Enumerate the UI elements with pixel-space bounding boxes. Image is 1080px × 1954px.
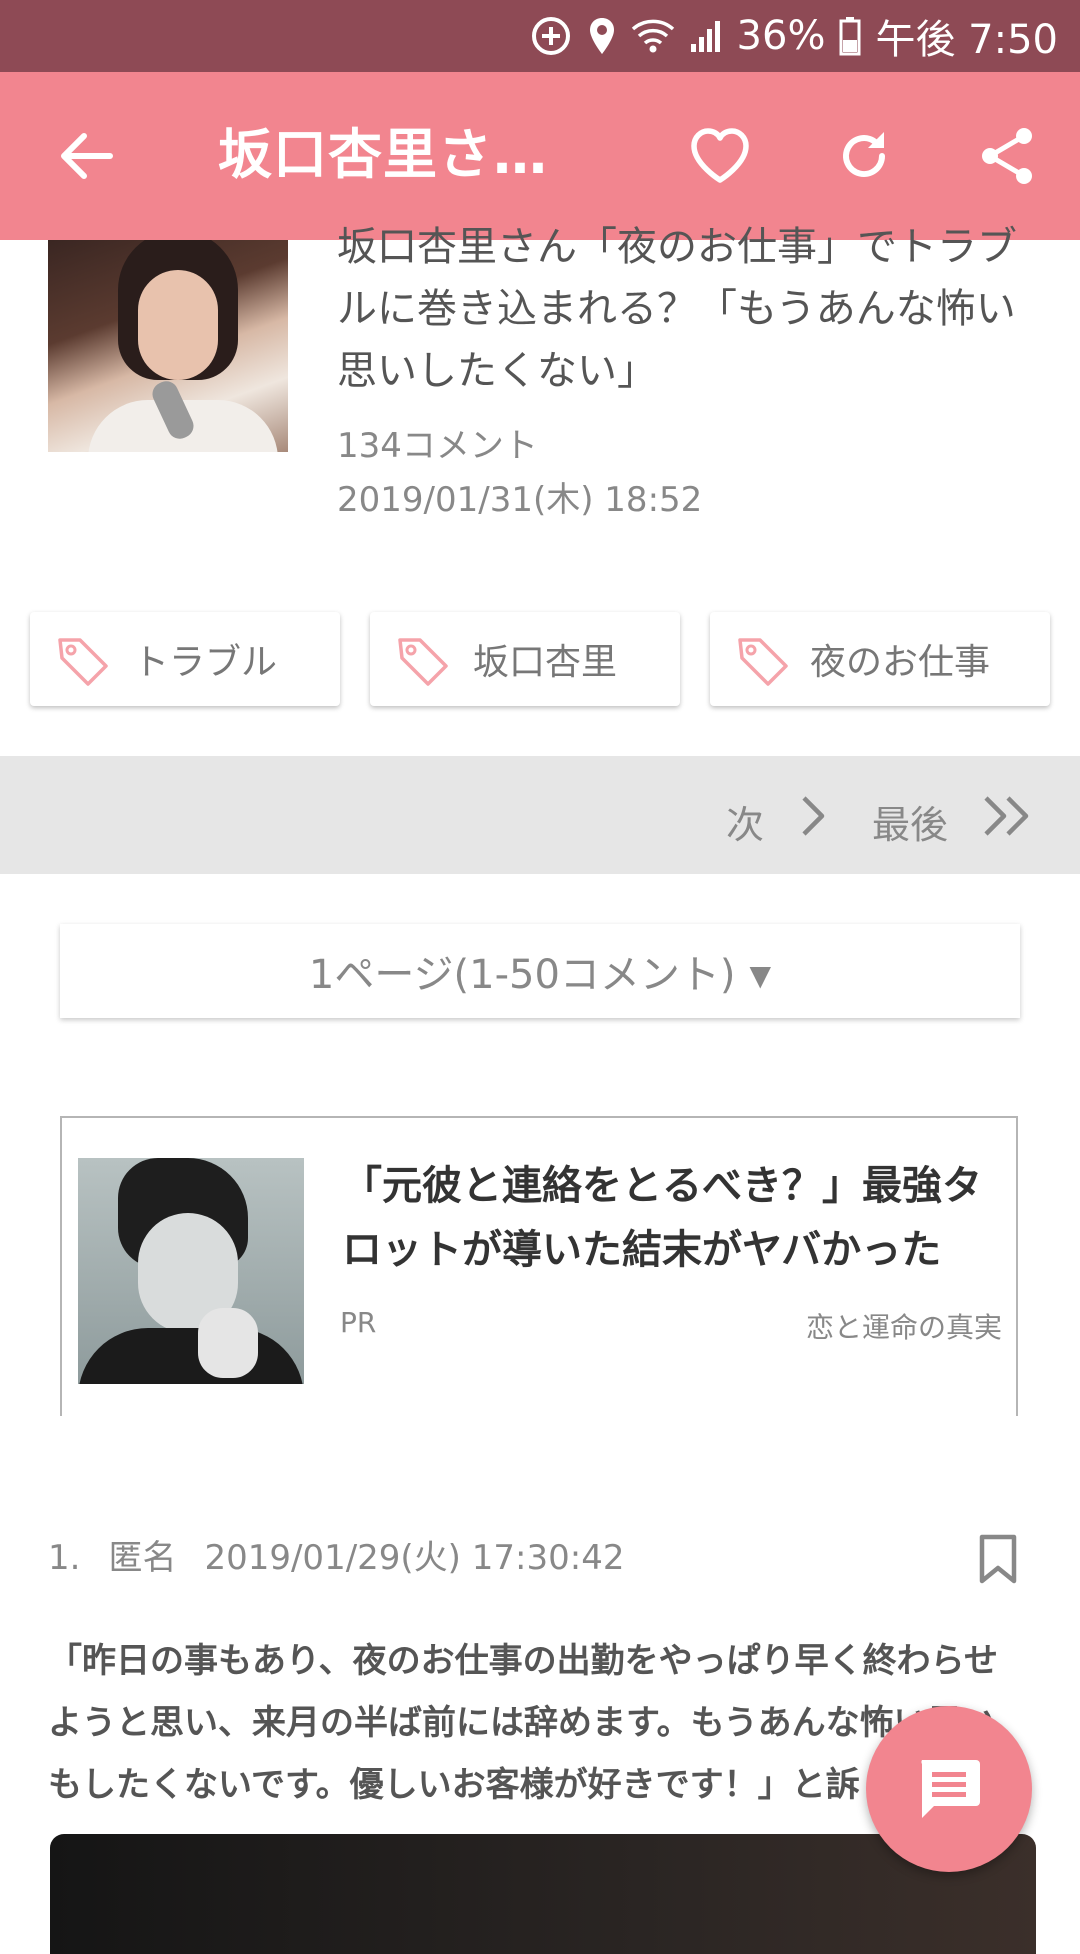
double-chevron-right-icon[interactable] (980, 794, 1040, 838)
comment-fab-button[interactable] (866, 1706, 1032, 1872)
tag-label: 坂口杏里 (472, 642, 617, 683)
page-select-dropdown[interactable]: 1ページ(1-50コメント) ▼ (60, 924, 1020, 1018)
clock: 午後 7:50 (875, 17, 1058, 63)
share-icon[interactable] (976, 124, 1040, 188)
comment-date: 2019/01/29(火) 17:30:42 (204, 1538, 625, 1578)
signal-icon (689, 18, 723, 54)
dropdown-arrow-icon: ▼ (749, 958, 772, 992)
pager-bar: 次 最後 (0, 756, 1080, 874)
last-page-button[interactable]: 最後 (872, 794, 948, 849)
tag-item[interactable]: 坂口杏里 (370, 612, 680, 706)
ad-card[interactable]: 「元彼と連絡をとるべき？」最強タロットが導いた結末がヤバかった PR 恋と運命の… (60, 1116, 1018, 1416)
ad-pr-label: PR (340, 1306, 377, 1339)
comment-image[interactable] (50, 1834, 1036, 1954)
ad-title[interactable]: 「元彼と連絡をとるべき？」最強タロットが導いた結末がヤバかった (342, 1154, 1002, 1282)
refresh-icon[interactable] (832, 124, 896, 188)
tag-label: 夜のお仕事 (809, 642, 990, 683)
next-page-button[interactable]: 次 (726, 794, 764, 849)
wifi-icon (631, 17, 675, 55)
data-saver-icon (529, 14, 573, 58)
app-bar: 坂口杏里さ… (0, 72, 1080, 240)
page-select-value: 1ページ(1-50コメント) (308, 952, 736, 998)
article-header: 坂口杏里さん「夜のお仕事」でトラブルに巻き込まれる？「もうあんな怖い思いしたくな… (0, 224, 1080, 540)
comment-author: 匿名 (108, 1538, 177, 1578)
comment-number: 1. (48, 1538, 81, 1578)
chat-icon (921, 1760, 980, 1818)
ad-source: 恋と運命の真実 (805, 1311, 1002, 1344)
heart-icon[interactable] (688, 124, 752, 188)
tag-label: トラブル (132, 642, 277, 683)
comment-header: 1. 匿名 2019/01/29(火) 17:30:42 (48, 1530, 652, 1579)
chevron-right-icon[interactable] (792, 794, 836, 838)
bookmark-icon[interactable] (976, 1534, 1020, 1584)
location-icon (587, 16, 617, 56)
tag-item[interactable]: 夜のお仕事 (710, 612, 1050, 706)
article-title[interactable]: 坂口杏里さん「夜のお仕事」でトラブルに巻き込まれる？「もうあんな怖い思いしたくな… (337, 216, 1037, 402)
tag-list: トラブル 坂口杏里 夜のお仕事 (0, 612, 1080, 708)
article-thumbnail[interactable] (48, 240, 288, 452)
back-arrow-icon[interactable] (54, 124, 118, 188)
ad-image (78, 1158, 304, 1384)
battery-icon (839, 16, 861, 56)
tag-item[interactable]: トラブル (30, 612, 340, 706)
battery-percent: 36% (736, 13, 826, 59)
status-bar: 36% 午後 7:50 (0, 0, 1080, 72)
comment-count: 134コメント (337, 426, 538, 466)
page-title: 坂口杏里さ… (218, 123, 548, 186)
article-date: 2019/01/31(木) 18:52 (337, 480, 703, 520)
